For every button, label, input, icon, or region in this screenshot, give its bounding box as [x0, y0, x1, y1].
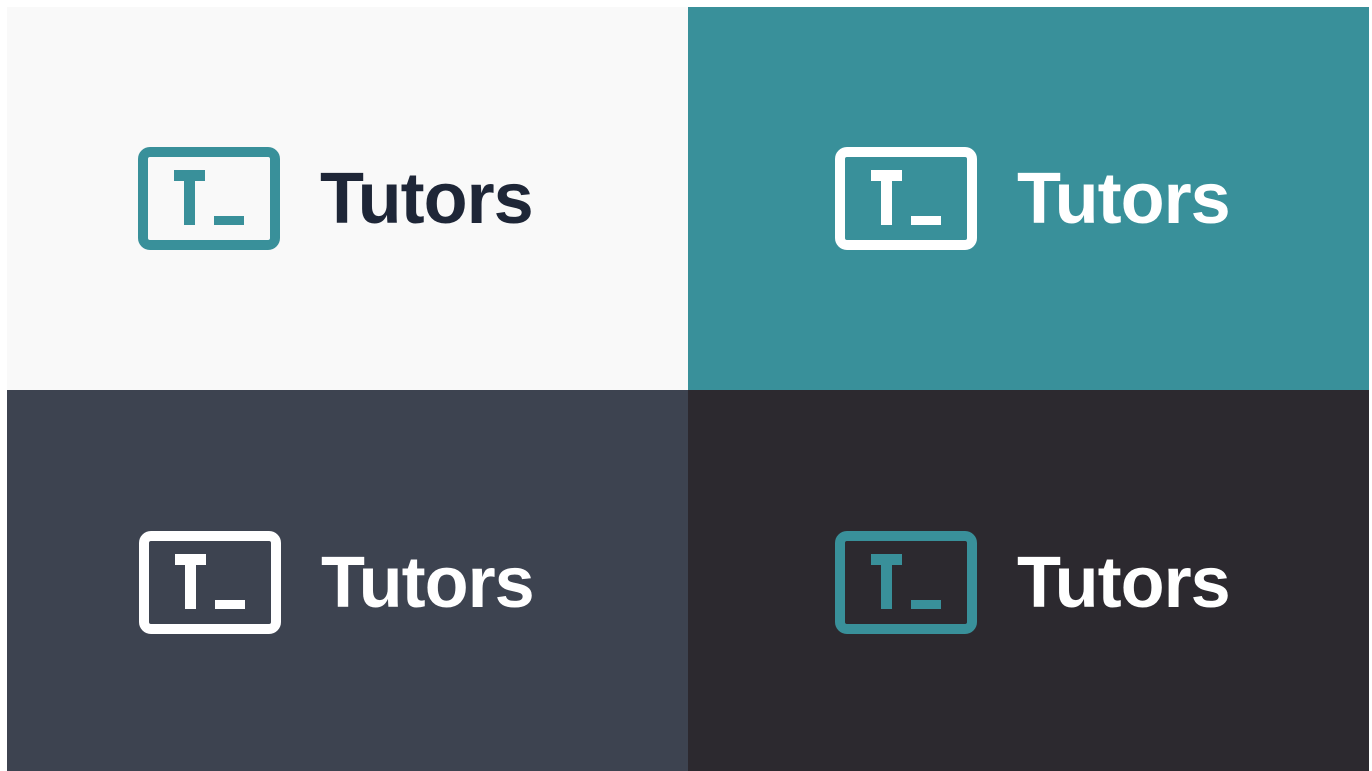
brand-wordmark: Tutors [321, 542, 535, 623]
logo-panel-dark: Tutors [688, 390, 1369, 771]
tutors-logo-mark-icon [138, 147, 280, 250]
brand-wordmark: Tutors [1017, 542, 1231, 623]
tutors-logo: Tutors [138, 147, 534, 250]
logo-panel-teal: Tutors [688, 7, 1369, 390]
logo-variants-grid: Tutors Tutors Tutors Tutors [7, 7, 1369, 771]
tutors-logo: Tutors [139, 531, 535, 634]
tutors-logo-mark-icon [835, 531, 977, 634]
brand-wordmark: Tutors [1017, 158, 1231, 239]
brand-wordmark: Tutors [320, 158, 534, 239]
tutors-logo: Tutors [835, 531, 1231, 634]
logo-panel-slate: Tutors [7, 390, 688, 771]
tutors-logo-mark-icon [139, 531, 281, 634]
tutors-logo-mark-icon [835, 147, 977, 250]
tutors-logo: Tutors [835, 147, 1231, 250]
logo-panel-light: Tutors [7, 7, 688, 390]
